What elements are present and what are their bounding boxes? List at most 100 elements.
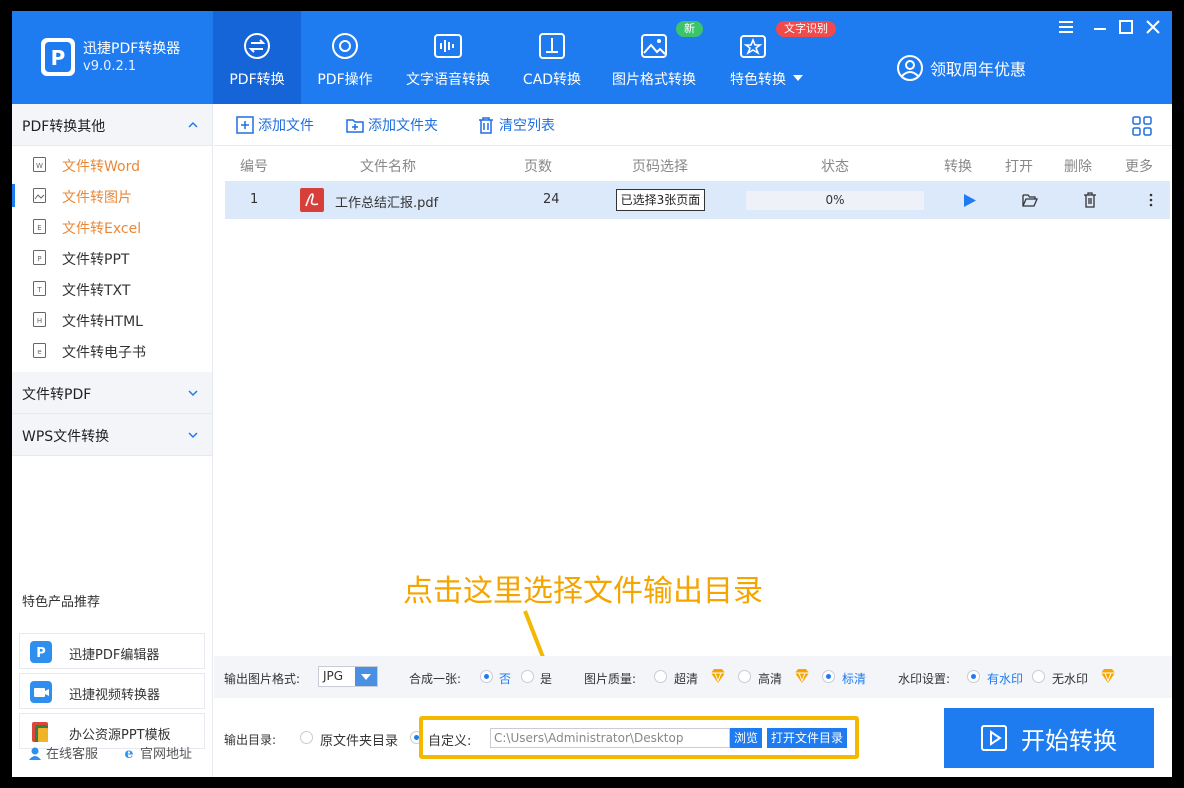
svg-text:P: P [37,255,41,263]
table-row[interactable]: 1 工作总结汇报.pdf 24 已选择3张页面 0% [225,181,1170,219]
group-label: 文件转PDF [22,387,92,403]
cad-icon [539,33,565,59]
start-convert-label: 开始转换 [1021,726,1117,755]
start-convert-button[interactable]: 开始转换 [944,708,1154,768]
nav-label: 图片格式转换 [612,72,696,88]
original-folder-radio[interactable] [300,731,313,744]
featured-pdf-editor[interactable]: P 迅捷PDF编辑器 [19,633,205,669]
merge-no-label: 否 [499,672,512,686]
sidebar-item-ppt[interactable]: P 文件转PPT [12,242,212,273]
sidebar-item-word[interactable]: W 文件转Word [12,149,212,180]
maximize-icon[interactable] [1116,17,1136,37]
clear-list-button[interactable]: 清空列表 [477,115,555,135]
quality-high-label: 高清 [758,672,783,686]
sidebar-item-txt[interactable]: T 文件转TXT [12,273,212,304]
user-circle-icon [897,55,923,81]
play-icon[interactable] [964,194,976,207]
ebook-doc-icon: e [33,343,46,358]
promo-link[interactable]: 领取周年优惠 [896,53,1026,83]
watermark-yes-radio[interactable] [967,670,980,683]
sidebar-group-file-to-pdf[interactable]: 文件转PDF [12,372,212,414]
browser-e-icon: e [125,746,134,760]
svg-text:H: H [37,317,42,325]
add-file-icon [236,116,254,134]
menu-icon[interactable] [1056,17,1076,37]
quality-label: 图片质量: [584,672,637,686]
folder-open-icon[interactable] [1022,193,1038,207]
nav-label: CAD转换 [522,72,582,88]
vip-gem-icon [795,669,809,683]
watermark-no-label: 无水印 [1052,672,1089,686]
delete-icon[interactable] [1083,192,1097,208]
svg-text:e: e [37,348,41,356]
ppt-template-icon [32,722,48,742]
featured-video-converter[interactable]: 迅捷视频转换器 [19,673,205,709]
headset-icon [29,747,41,760]
add-folder-button[interactable]: 添加文件夹 [346,115,438,135]
ppt-doc-icon: P [33,250,46,265]
merge-yes-radio[interactable] [521,670,534,683]
nav-tab-text-speech[interactable]: 文字语音转换 [398,11,498,104]
browse-button[interactable]: 浏览 [730,728,763,748]
col-index: 编号 [240,159,268,175]
quality-standard-label: 标清 [842,672,867,686]
sidebar-item-ebook[interactable]: e 文件转电子书 [12,335,212,366]
output-path-input[interactable]: C:\Users\Administrator\Desktop [490,728,730,748]
promo-label: 领取周年优惠 [930,60,1027,79]
sidebar-item-label: 文件转TXT [62,283,131,299]
quality-high-radio[interactable] [738,670,751,683]
add-folder-icon [346,119,364,133]
audio-wave-icon [434,34,462,58]
open-folder-button[interactable]: 打开文件目录 [767,728,848,748]
add-file-button[interactable]: 添加文件 [236,115,314,135]
add-file-label: 添加文件 [258,118,314,134]
svg-text:T: T [36,286,42,294]
format-select[interactable]: JPG [318,666,378,687]
online-service-link[interactable]: 在线客服 [28,743,98,762]
official-site-link[interactable]: e 官网地址 [122,743,192,763]
nav-tab-pdf-operation[interactable]: PDF操作 [301,11,389,104]
sidebar-item-label: 文件转Word [62,159,140,175]
sidebar-item-image[interactable]: 文件转图片 [12,180,212,211]
options-bar: 输出图片格式: JPG 合成一张: 否 是 图片质量: 超清 高清 标清 水印设… [214,656,1172,698]
chevron-down-icon [793,75,803,81]
merge-label: 合成一张: [409,672,462,686]
instruction-text: 点击这里选择文件输出目录 [403,574,763,609]
sidebar-item-label: 文件转图片 [62,190,132,206]
app-window: P 迅捷PDF转换器 v9.0.2.1 PDF转换 PDF操作 文字语音转换 C… [12,11,1172,777]
col-page-select: 页码选择 [632,159,688,175]
sidebar-item-label: 文件转HTML [62,314,143,330]
clear-list-label: 清空列表 [499,118,555,134]
minimize-icon[interactable] [1090,17,1110,37]
grid-view-icon[interactable] [1132,116,1152,136]
col-open: 打开 [1005,159,1033,175]
watermark-no-radio[interactable] [1032,670,1045,683]
nav-label: PDF操作 [317,72,373,88]
merge-yes-label: 是 [540,672,553,686]
quality-standard-radio[interactable] [822,670,835,683]
select-arrow [355,667,377,686]
featured-label: 迅捷PDF编辑器 [69,648,160,663]
chevron-down-icon [361,674,371,680]
pdf-operation-icon [332,33,358,59]
quality-ultra-radio[interactable] [654,670,667,683]
more-dots-icon[interactable] [1149,193,1153,207]
sidebar-item-excel[interactable]: E 文件转Excel [12,211,212,242]
video-converter-icon [30,681,52,703]
col-status: 状态 [821,159,849,175]
sidebar-group-pdf-convert-other[interactable]: PDF转换其他 [12,104,212,146]
format-label: 输出图片格式: [224,672,301,686]
custom-folder-label: 自定义: [428,734,472,749]
sidebar-item-label: 文件转PPT [62,252,130,268]
nav-tab-pdf-convert[interactable]: PDF转换 [213,11,301,104]
col-pages: 页数 [524,159,552,175]
close-icon[interactable] [1143,17,1163,37]
merge-no-radio[interactable] [480,670,493,683]
nav-label: PDF转换 [229,72,285,88]
sidebar-item-html[interactable]: H 文件转HTML [12,304,212,335]
page-select-button[interactable]: 已选择3张页面 [616,189,705,211]
watermark-yes-label: 有水印 [987,672,1024,686]
sidebar-group-wps[interactable]: WPS文件转换 [12,414,212,456]
nav-tab-cad[interactable]: CAD转换 [508,11,596,104]
col-delete: 删除 [1064,159,1092,175]
